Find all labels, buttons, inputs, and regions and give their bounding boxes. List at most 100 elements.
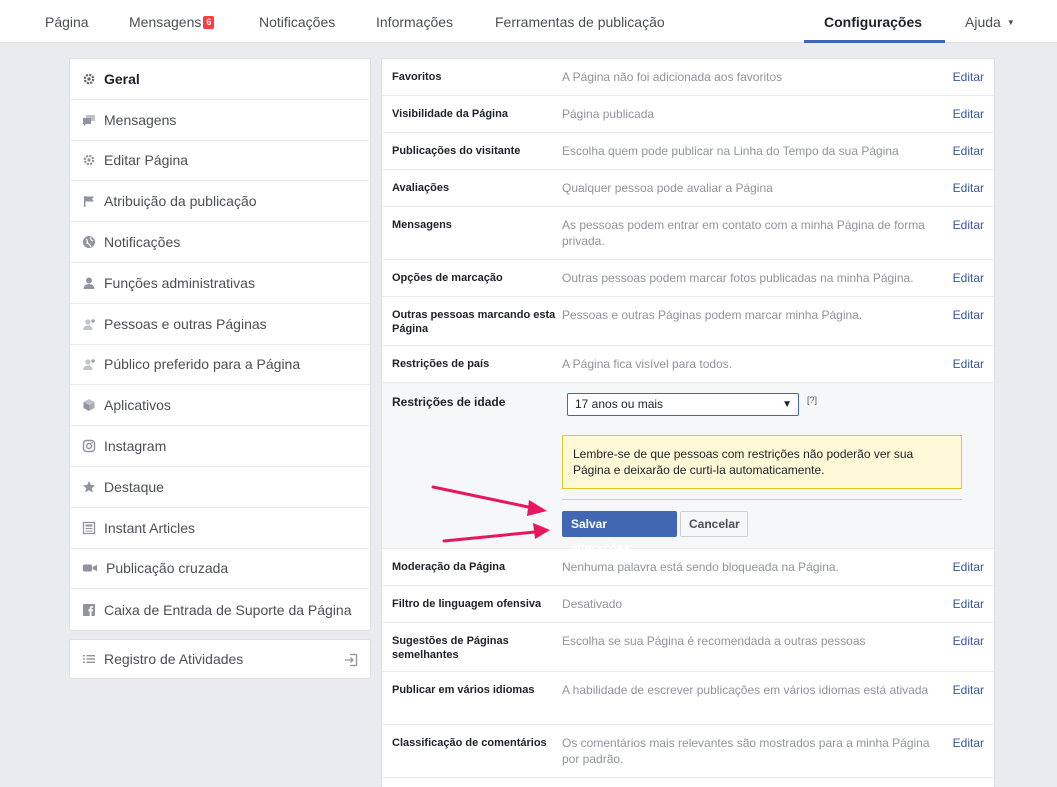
edit-link[interactable]: Editar (953, 596, 984, 612)
sidebar-item-label: Publicação cruzada (106, 560, 229, 577)
setting-value: Escolha quem pode publicar na Linha do T… (562, 144, 899, 158)
sidebar-item-instagram[interactable]: Instagram (70, 426, 370, 467)
person-add-icon (82, 357, 96, 371)
setting-label: Outras pessoas marcando esta Página (392, 309, 556, 335)
unread-badge: 6 (203, 16, 215, 29)
star-icon (82, 480, 96, 494)
sidebar-item-label: Pessoas e outras Páginas (104, 315, 267, 332)
cancel-button[interactable]: Cancelar (680, 511, 748, 537)
setting-label: Mensagens (392, 219, 452, 231)
setting-value: A habilidade de escrever publicações em … (562, 683, 929, 697)
divider (562, 499, 962, 500)
setting-label: Filtro de linguagem ofensiva (392, 598, 542, 610)
sidebar-item-instant-articles[interactable]: Instant Articles (70, 508, 370, 549)
sidebar-item-label: Público preferido para a Página (104, 356, 301, 373)
sidebar-item-editar-pagina[interactable]: Editar Página (70, 141, 370, 182)
setting-value: A Página não foi adicionada aos favorito… (562, 70, 783, 84)
caret-down-icon: ▼ (1006, 18, 1015, 27)
settings-row-publicacoes-visitante: Publicações do visitante Escolha quem po… (382, 133, 994, 170)
tab-notificacoes[interactable]: Notificações (259, 0, 335, 42)
setting-label: Visibilidade da Página (392, 108, 508, 120)
edit-link[interactable]: Editar (953, 106, 984, 122)
edit-link[interactable]: Editar (953, 270, 984, 286)
tab-label: Notificações (259, 14, 336, 30)
settings-row-restricoes-idade: Restrições de idade 17 anos ou mais ▼ [?… (382, 383, 994, 555)
sidebar-item-label: Funções administrativas (104, 274, 255, 291)
settings-row-visibilidade: Visibilidade da Página Página publicada … (382, 96, 994, 133)
edit-link[interactable]: Editar (953, 356, 984, 372)
tab-mensagens[interactable]: Mensagens 6 (129, 0, 215, 42)
sidebar-item-destaque[interactable]: Destaque (70, 467, 370, 508)
edit-link[interactable]: Editar (953, 217, 984, 233)
settings-row-marcacao: Opções de marcação Outras pessoas podem … (382, 260, 994, 297)
sidebar-item-label: Caixa de Entrada de Suporte da Página (104, 601, 352, 618)
instagram-icon (82, 439, 96, 453)
activity-log-label: Registro de Atividades (104, 651, 244, 667)
edit-link[interactable]: Editar (953, 180, 984, 196)
setting-label: Publicar em vários idiomas (392, 684, 535, 696)
settings-row-varios-idiomas: Publicar em vários idiomas A habilidade … (382, 672, 994, 725)
tab-label: Ajuda (965, 14, 1001, 30)
tab-ajuda[interactable]: Ajuda ▼ (965, 0, 1015, 42)
tab-label: Informações (376, 14, 454, 30)
tab-label: Configurações (824, 14, 923, 30)
dropdown-arrow-icon: ▼ (782, 399, 792, 410)
setting-label: Publicações do visitante (392, 145, 521, 157)
tab-ferramentas[interactable]: Ferramentas de publicação (495, 0, 665, 42)
sidebar-item-notificacoes[interactable]: Notificações (70, 222, 370, 263)
sidebar-item-label: Instagram (104, 438, 167, 455)
edit-link[interactable]: Editar (953, 143, 984, 159)
sidebar-item-label: Destaque (104, 478, 164, 495)
sidebar-item-pessoas[interactable]: Pessoas e outras Páginas (70, 304, 370, 345)
settings-row-avaliacoes: Avaliações Qualquer pessoa pode avaliar … (382, 170, 994, 207)
page-top-nav: Página Mensagens 6 Notificações Informaçõ… (0, 0, 1057, 43)
sidebar-item-caixa-suporte[interactable]: Caixa de Entrada de Suporte da Página (70, 589, 370, 630)
sidebar-item-publicacao-cruzada[interactable]: Publicação cruzada (70, 549, 370, 590)
edit-link[interactable]: Editar (953, 307, 984, 323)
video-camera-icon (82, 561, 98, 575)
setting-value: Outras pessoas podem marcar fotos public… (562, 271, 914, 285)
activity-log-link[interactable]: Registro de Atividades (69, 639, 371, 679)
save-changes-button[interactable]: Salvar alterações (562, 511, 677, 555)
tab-informacoes[interactable]: Informações (376, 0, 453, 42)
sidebar-item-label: Notificações (104, 234, 181, 251)
edit-link[interactable]: Editar (953, 559, 984, 575)
setting-label: Favoritos (392, 71, 442, 83)
setting-label: Restrições de país (392, 358, 490, 370)
help-link[interactable]: [?] (807, 395, 817, 405)
tab-pagina[interactable]: Página (45, 0, 89, 42)
setting-value: Qualquer pessoa pode avaliar a Página (562, 181, 773, 195)
setting-value: As pessoas podem entrar em contato com a… (562, 218, 925, 248)
edit-link[interactable]: Editar (953, 682, 984, 698)
person-add-icon (82, 317, 96, 331)
warning-box: Lembre-se de que pessoas com restrições … (562, 435, 962, 489)
selected-value: 17 anos ou mais (575, 397, 664, 411)
list-icon (82, 652, 96, 666)
gear-icon (82, 72, 96, 86)
sidebar-item-atribuicao[interactable]: Atribuição da publicação (70, 181, 370, 223)
tab-label: Página (45, 14, 89, 30)
sidebar-item-mensagens[interactable]: Mensagens (70, 100, 370, 141)
tab-configuracoes[interactable]: Configurações (824, 0, 922, 42)
sidebar-item-aplicativos[interactable]: Aplicativos (70, 385, 370, 427)
sidebar-item-publico[interactable]: Público preferido para a Página (70, 345, 370, 386)
settings-row-restricoes-pais: Restrições de país A Página fica visível… (382, 346, 994, 383)
setting-value: Os comentários mais relevantes são mostr… (562, 736, 930, 766)
setting-label: Moderação da Página (392, 561, 506, 573)
globe-icon (82, 235, 96, 249)
edit-link[interactable]: Editar (953, 633, 984, 649)
article-icon (82, 521, 96, 535)
setting-value: Desativado (562, 597, 623, 611)
settings-panel: Favoritos A Página não foi adicionada ao… (381, 58, 995, 787)
setting-value: Nenhuma palavra está sendo bloqueada na … (562, 560, 839, 574)
sidebar-item-geral[interactable]: Geral (70, 59, 370, 100)
gear-icon (82, 153, 96, 167)
edit-link[interactable]: Editar (953, 735, 984, 751)
exit-icon (344, 653, 358, 667)
settings-row-filtro-linguagem: Filtro de linguagem ofensiva Desativado … (382, 586, 994, 623)
age-restriction-select[interactable]: 17 anos ou mais ▼ (567, 393, 799, 416)
setting-label: Classificação de comentários (392, 737, 547, 749)
messages-icon (82, 113, 96, 127)
edit-link[interactable]: Editar (953, 69, 984, 85)
sidebar-item-funcoes[interactable]: Funções administrativas (70, 263, 370, 304)
